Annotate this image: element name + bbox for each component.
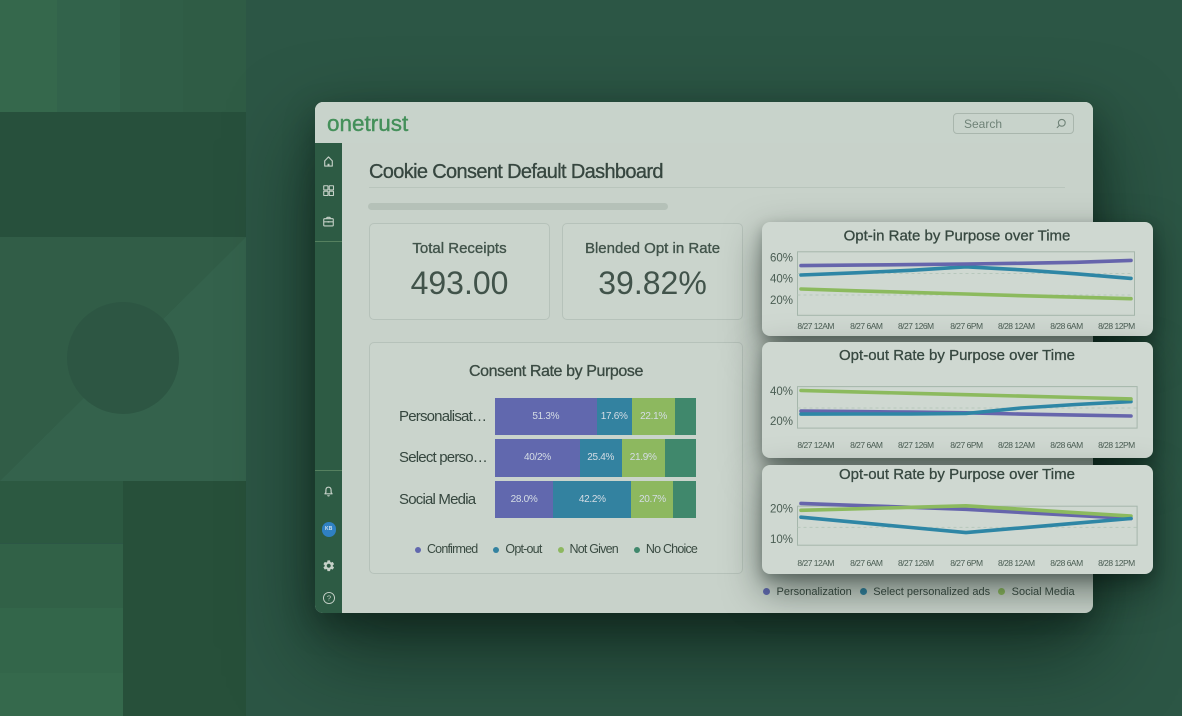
svg-text:60%: 60%	[770, 252, 793, 264]
svg-text:8/27 6PM: 8/27 6PM	[950, 558, 983, 568]
svg-text:40%: 40%	[770, 273, 793, 285]
svg-text:8/27 12AM: 8/27 12AM	[797, 321, 834, 331]
svg-text:8/28 12AM: 8/28 12AM	[998, 440, 1035, 450]
svg-text:8/27 6PM: 8/27 6PM	[950, 440, 983, 450]
svg-text:8/27 126M: 8/27 126M	[898, 558, 934, 568]
svg-text:8/27 12AM: 8/27 12AM	[797, 440, 834, 450]
svg-text:40%: 40%	[770, 386, 793, 398]
svg-text:8/27 6AM: 8/27 6AM	[850, 321, 883, 331]
svg-text:20%: 20%	[770, 504, 793, 516]
svg-text:8/28 12PM: 8/28 12PM	[1098, 440, 1135, 450]
svg-text:8/28 6AM: 8/28 6AM	[1050, 321, 1083, 331]
svg-text:8/28 6AM: 8/28 6AM	[1050, 558, 1083, 568]
svg-text:8/28 12AM: 8/28 12AM	[998, 558, 1035, 568]
svg-text:Opt-out Rate by Purpose over T: Opt-out Rate by Purpose over Time	[839, 466, 1075, 483]
svg-text:8/28 12PM: 8/28 12PM	[1098, 558, 1135, 568]
svg-text:8/28 6AM: 8/28 6AM	[1050, 440, 1083, 450]
svg-text:8/27 6AM: 8/27 6AM	[850, 558, 883, 568]
svg-text:Opt-in Rate by Purpose over Ti: Opt-in Rate by Purpose over Time	[844, 227, 1071, 244]
svg-text:8/27 6AM: 8/27 6AM	[850, 440, 883, 450]
svg-text:10%: 10%	[770, 534, 793, 546]
svg-text:?: ?	[327, 594, 331, 603]
svg-text:Opt-out Rate by Purpose over T: Opt-out Rate by Purpose over Time	[839, 347, 1075, 364]
svg-text:20%: 20%	[770, 416, 793, 428]
svg-text:8/27 6PM: 8/27 6PM	[950, 321, 983, 331]
svg-text:20%: 20%	[770, 295, 793, 307]
svg-text:8/28 12PM: 8/28 12PM	[1098, 321, 1135, 331]
svg-text:8/27 12AM: 8/27 12AM	[797, 558, 834, 568]
svg-text:8/27 126M: 8/27 126M	[898, 321, 934, 331]
svg-text:8/28 12AM: 8/28 12AM	[998, 321, 1035, 331]
svg-text:8/27 126M: 8/27 126M	[898, 440, 934, 450]
